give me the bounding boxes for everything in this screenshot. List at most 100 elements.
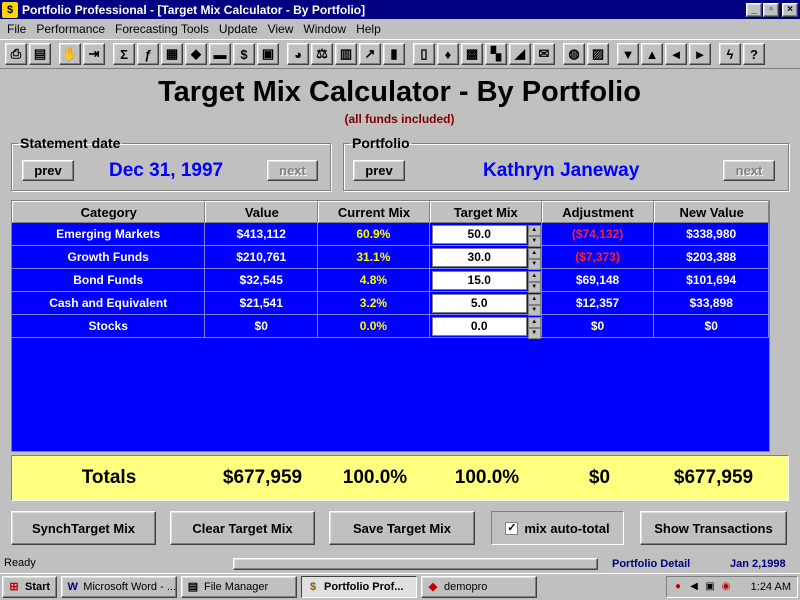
close-button[interactable]: × bbox=[782, 2, 798, 17]
task-demopro[interactable]: ◆ demopro bbox=[421, 576, 537, 598]
bar-chart-icon[interactable]: ▮ bbox=[383, 43, 405, 65]
mail-icon[interactable]: ✉ bbox=[533, 43, 555, 65]
task-portfolio-professional[interactable]: $ Portfolio Prof... bbox=[301, 576, 417, 598]
column-header-category[interactable]: Category bbox=[12, 201, 206, 223]
door-icon[interactable]: ⇥ bbox=[83, 43, 105, 65]
shield-icon[interactable]: ♦ bbox=[437, 43, 459, 65]
pie-chart-icon[interactable]: ◕ bbox=[287, 43, 309, 65]
money-bag-icon[interactable]: $ bbox=[233, 43, 255, 65]
save-target-mix-button[interactable]: Save Target Mix bbox=[329, 511, 475, 545]
scheduler-icon[interactable]: ◉ bbox=[719, 580, 733, 594]
restore-button[interactable]: ▫ bbox=[763, 2, 779, 17]
column-header-adjustment[interactable]: Adjustment bbox=[541, 201, 655, 223]
mix-auto-total-toggle[interactable]: ✓ mix auto-total bbox=[491, 511, 624, 545]
task-microsoft-word[interactable]: W Microsoft Word - ... bbox=[61, 576, 177, 598]
app-dollar-icon[interactable]: $ bbox=[2, 1, 18, 18]
menu-view[interactable]: View bbox=[263, 22, 299, 36]
print-preview-icon[interactable]: ▤ bbox=[29, 43, 51, 65]
spin-down-icon[interactable]: ▼ bbox=[527, 327, 541, 339]
target-mix-spinner[interactable]: ▲ ▼ bbox=[527, 224, 541, 247]
spin-down-icon[interactable]: ▼ bbox=[527, 281, 541, 293]
volume-icon[interactable]: ◀ bbox=[687, 580, 701, 594]
asset-icon[interactable]: ◆ bbox=[185, 43, 207, 65]
landscape-icon[interactable]: ▨ bbox=[587, 43, 609, 65]
column-header-new-value[interactable]: New Value bbox=[654, 201, 769, 223]
column-header-current-mix[interactable]: Current Mix bbox=[318, 201, 430, 223]
target-mix-input[interactable]: 5.0 bbox=[431, 293, 527, 313]
scale-icon[interactable]: ⚖ bbox=[311, 43, 333, 65]
lightning-icon[interactable]: ϟ bbox=[719, 43, 741, 65]
table-row[interactable]: Cash and Equivalent $21,541 3.2% 5.0 ▲ ▼ $12,3… bbox=[12, 292, 770, 316]
spin-up-icon[interactable]: ▲ bbox=[527, 270, 541, 282]
spin-up-icon[interactable]: ▲ bbox=[527, 293, 541, 305]
menu-bar: File Performance Forecasting Tools Updat… bbox=[0, 19, 800, 38]
calculator-icon[interactable]: ▥ bbox=[335, 43, 357, 65]
spin-down-icon[interactable]: ▼ bbox=[527, 258, 541, 270]
grid-icon[interactable]: ▩ bbox=[461, 43, 483, 65]
value-cell: $413,112 bbox=[205, 223, 319, 246]
clipboard-icon[interactable]: ▣ bbox=[257, 43, 279, 65]
arrow-right-icon[interactable]: ► bbox=[689, 43, 711, 65]
start-button[interactable]: ⊞ Start bbox=[2, 576, 57, 598]
table-row[interactable]: Emerging Markets $413,112 60.9% 50.0 ▲ ▼ ($74,… bbox=[12, 223, 770, 247]
function-icon[interactable]: ƒ bbox=[137, 43, 159, 65]
target-mix-input[interactable]: 30.0 bbox=[431, 247, 527, 267]
table-row[interactable]: Stocks $0 0.0% 0.0 ▲ ▼ $0 $0 bbox=[12, 315, 770, 339]
clock[interactable]: 1:24 AM bbox=[751, 581, 791, 593]
tray-app-icon[interactable]: ● bbox=[671, 580, 685, 594]
target-mix-spinner[interactable]: ▲ ▼ bbox=[527, 247, 541, 270]
menu-file[interactable]: File bbox=[2, 22, 31, 36]
synch-target-mix-button[interactable]: SynchTarget Mix bbox=[11, 511, 156, 545]
mix-auto-total-checkbox[interactable]: ✓ bbox=[505, 521, 519, 535]
network-icon[interactable]: ▣ bbox=[703, 580, 717, 594]
statement-next-button[interactable]: next bbox=[267, 160, 318, 181]
help-icon[interactable]: ? bbox=[743, 43, 765, 65]
printer-icon[interactable]: ⎙ bbox=[5, 43, 27, 65]
book-icon[interactable]: ▯ bbox=[413, 43, 435, 65]
spin-down-icon[interactable]: ▼ bbox=[527, 235, 541, 247]
target-mix-spinner[interactable]: ▲ ▼ bbox=[527, 270, 541, 293]
target-mix-spinner[interactable]: ▲ ▼ bbox=[527, 293, 541, 316]
menu-performance[interactable]: Performance bbox=[31, 22, 110, 36]
arrow-down-icon[interactable]: ▼ bbox=[617, 43, 639, 65]
target-mix-grid: Category Value Current Mix Target Mix Ad… bbox=[11, 200, 770, 452]
show-transactions-button[interactable]: Show Transactions bbox=[640, 511, 787, 545]
spin-up-icon[interactable]: ▲ bbox=[527, 224, 541, 236]
task-label: demopro bbox=[444, 581, 488, 593]
menu-window[interactable]: Window bbox=[298, 22, 351, 36]
portfolio-next-button[interactable]: next bbox=[723, 160, 775, 181]
menu-update[interactable]: Update bbox=[214, 22, 263, 36]
target-mix-spinner[interactable]: ▲ ▼ bbox=[527, 316, 541, 339]
arrow-left-icon[interactable]: ◄ bbox=[665, 43, 687, 65]
spin-down-icon[interactable]: ▼ bbox=[527, 304, 541, 316]
hand-icon[interactable]: ✋ bbox=[59, 43, 81, 65]
table-row[interactable]: Growth Funds $210,761 31.1% 30.0 ▲ ▼ ($7,373) $… bbox=[12, 246, 770, 270]
blocks-icon[interactable]: ▚ bbox=[485, 43, 507, 65]
target-mix-input[interactable]: 0.0 bbox=[431, 316, 527, 336]
statement-prev-button[interactable]: prev bbox=[22, 160, 74, 181]
arrow-up-icon[interactable]: ▲ bbox=[641, 43, 663, 65]
sum-icon[interactable]: Σ bbox=[113, 43, 135, 65]
line-chart-icon[interactable]: ↗ bbox=[359, 43, 381, 65]
totals-target-mix: 100.0% bbox=[454, 467, 520, 488]
globe-icon[interactable]: ◍ bbox=[563, 43, 585, 65]
task-file-manager[interactable]: ▤ File Manager bbox=[181, 576, 297, 598]
table-row[interactable]: Bond Funds $32,545 4.8% 15.0 ▲ ▼ $69,148 $101,6… bbox=[12, 269, 770, 293]
portfolio-prev-button[interactable]: prev bbox=[353, 160, 405, 181]
minimize-button[interactable]: _ bbox=[746, 2, 762, 17]
spin-up-icon[interactable]: ▲ bbox=[527, 316, 541, 328]
status-scrollbar[interactable] bbox=[233, 558, 598, 570]
value-cell: $21,541 bbox=[205, 292, 319, 315]
column-header-value[interactable]: Value bbox=[205, 201, 319, 223]
menu-help[interactable]: Help bbox=[351, 22, 386, 36]
column-header-target-mix[interactable]: Target Mix bbox=[429, 201, 542, 223]
target-mix-input[interactable]: 15.0 bbox=[431, 270, 527, 290]
spin-up-icon[interactable]: ▲ bbox=[527, 247, 541, 259]
bars-icon[interactable]: ▬ bbox=[209, 43, 231, 65]
menu-forecasting-tools[interactable]: Forecasting Tools bbox=[110, 22, 214, 36]
table-icon[interactable]: ▦ bbox=[161, 43, 183, 65]
target-mix-input[interactable]: 50.0 bbox=[431, 224, 527, 244]
eraser-icon[interactable]: ◢ bbox=[509, 43, 531, 65]
target-mix-cell: 15.0 ▲ ▼ bbox=[429, 269, 542, 293]
clear-target-mix-button[interactable]: Clear Target Mix bbox=[170, 511, 315, 545]
